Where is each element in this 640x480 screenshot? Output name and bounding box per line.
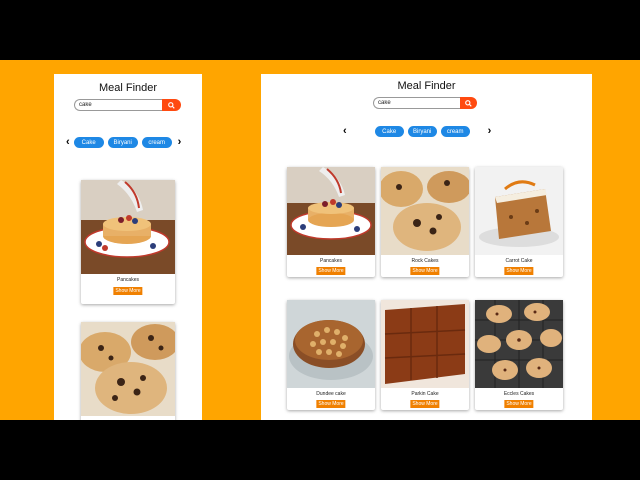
meal-card-eccles-cakes: Eccles Cakes Show More — [475, 300, 563, 410]
meal-card-pancakes: Pancakes Show More — [81, 180, 175, 304]
category-chip-cream[interactable]: cream — [141, 137, 172, 148]
show-more-button[interactable]: Show More — [410, 267, 440, 275]
meal-name: Carrot Cake — [505, 258, 533, 264]
search-icon — [168, 101, 175, 109]
meal-name: Rock Cakes — [411, 258, 439, 264]
search-button[interactable] — [460, 97, 477, 109]
meal-card-rock-cakes: Rock Cakes Show More — [381, 167, 469, 277]
search-bar — [373, 97, 477, 109]
meal-name: Eccles Cakes — [503, 391, 535, 397]
meal-card-dundee-cake: Dundee cake Show More — [287, 300, 375, 410]
meal-name: Pancakes — [320, 258, 342, 264]
meal-image-rock-cakes — [381, 167, 469, 255]
search-bar — [74, 99, 181, 111]
category-carousel: ‹ Cake Biryani cream › — [343, 126, 491, 137]
show-more-button[interactable]: Show More — [410, 400, 440, 408]
show-more-button[interactable]: Show More — [316, 267, 346, 275]
desktop-view-panel: Meal Finder ‹ Cake Biryani cream › Panca… — [261, 74, 592, 420]
category-carousel: ‹ Cake Biryani cream › — [66, 137, 181, 148]
category-chip-cake[interactable]: Cake — [374, 126, 404, 137]
meal-image-eccles-cakes — [475, 300, 563, 388]
show-more-button[interactable]: Show More — [504, 400, 534, 408]
show-more-button[interactable]: Show More — [113, 287, 143, 295]
meal-image-dundee-cake — [287, 300, 375, 388]
page-title: Meal Finder — [98, 82, 158, 94]
meal-image-rock-cakes — [81, 322, 175, 416]
meal-name: Parkin Cake — [411, 391, 439, 397]
meal-card-parkin-cake: Parkin Cake Show More — [381, 300, 469, 410]
meal-image-pancakes — [81, 180, 175, 274]
chevron-right-icon[interactable]: › — [488, 126, 492, 137]
mobile-view-panel: Meal Finder ‹ Cake Biryani cream › — [54, 74, 202, 420]
chevron-left-icon[interactable]: ‹ — [66, 137, 70, 148]
meal-card-carrot-cake: Carrot Cake Show More — [475, 167, 563, 277]
category-chip-cake[interactable]: Cake — [73, 137, 104, 148]
show-more-button[interactable]: Show More — [504, 267, 534, 275]
search-button[interactable] — [162, 99, 181, 111]
category-chip-cream[interactable]: cream — [440, 126, 470, 137]
show-more-button[interactable]: Show More — [316, 400, 346, 408]
chevron-left-icon[interactable]: ‹ — [343, 126, 347, 137]
search-input[interactable] — [74, 99, 162, 111]
meal-image-parkin-cake — [381, 300, 469, 388]
page-title: Meal Finder — [397, 80, 456, 92]
meal-image-pancakes — [287, 167, 375, 255]
search-input[interactable] — [373, 97, 460, 109]
meal-name: Dundee cake — [316, 391, 346, 397]
chevron-right-icon[interactable]: › — [178, 137, 182, 148]
meal-card-rock-cakes — [81, 322, 175, 420]
meal-name: Pancakes — [117, 277, 139, 283]
meal-image-carrot-cake — [475, 167, 563, 255]
search-icon — [465, 99, 472, 107]
meal-card-pancakes: Pancakes Show More — [287, 167, 375, 277]
category-chip-biryani[interactable]: Biryani — [407, 126, 437, 137]
category-chip-biryani[interactable]: Biryani — [107, 137, 138, 148]
